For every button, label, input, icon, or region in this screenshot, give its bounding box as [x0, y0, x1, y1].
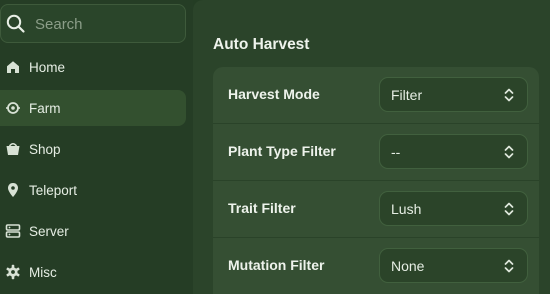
sidebar-item-teleport[interactable]: Teleport — [0, 172, 186, 208]
farm-icon — [6, 102, 20, 114]
sidebar-item-farm[interactable]: Farm — [0, 90, 186, 126]
setting-row-plant-type-filter: Plant Type Filter -- — [213, 124, 539, 181]
search-icon — [6, 14, 25, 33]
sidebar-item-label: Farm — [29, 100, 61, 116]
chevron-up-down-icon — [504, 259, 514, 273]
select-value: Lush — [391, 201, 422, 217]
select-value: None — [391, 258, 425, 274]
setting-label: Trait Filter — [228, 200, 296, 216]
setting-row-mutation-filter: Mutation Filter None — [213, 238, 539, 294]
sidebar-item-label: Teleport — [29, 182, 78, 198]
search-box[interactable] — [0, 4, 186, 43]
setting-label: Harvest Mode — [228, 86, 320, 102]
sidebar-item-server[interactable]: Server — [0, 213, 186, 249]
setting-label: Plant Type Filter — [228, 143, 336, 159]
sidebar-item-label: Misc — [29, 264, 57, 280]
sidebar-item-misc[interactable]: Misc — [0, 254, 186, 290]
select-value: Filter — [391, 87, 423, 103]
setting-row-trait-filter: Trait Filter Lush — [213, 181, 539, 238]
section-title: Auto Harvest — [213, 36, 310, 53]
gear-icon — [6, 264, 20, 280]
sidebar-item-shop[interactable]: Shop — [0, 131, 186, 167]
sidebar-item-label: Shop — [29, 141, 61, 157]
sidebar: Home Farm Shop Teleport Server — [0, 0, 193, 294]
select-value: -- — [391, 144, 401, 160]
setting-label: Mutation Filter — [228, 257, 325, 273]
chevron-up-down-icon — [504, 88, 514, 102]
sidebar-item-home[interactable]: Home — [0, 49, 186, 85]
settings-card: Harvest Mode Filter Plant Type Filter --… — [213, 67, 539, 294]
main-panel: Auto Harvest Harvest Mode Filter Plant T… — [193, 0, 550, 294]
search-input[interactable] — [35, 13, 175, 35]
server-icon — [5, 224, 21, 238]
location-pin-icon — [8, 183, 18, 197]
chevron-up-down-icon — [504, 202, 514, 216]
harvest-mode-select[interactable]: Filter — [379, 77, 528, 112]
setting-row-harvest-mode: Harvest Mode Filter — [213, 67, 539, 124]
trait-filter-select[interactable]: Lush — [379, 191, 528, 226]
mutation-filter-select[interactable]: None — [379, 248, 528, 283]
sidebar-item-label: Home — [29, 59, 66, 75]
home-icon — [7, 61, 19, 73]
plant-type-filter-select[interactable]: -- — [379, 134, 528, 169]
shop-icon — [6, 143, 20, 155]
sidebar-item-label: Server — [29, 223, 69, 239]
chevron-up-down-icon — [504, 145, 514, 159]
